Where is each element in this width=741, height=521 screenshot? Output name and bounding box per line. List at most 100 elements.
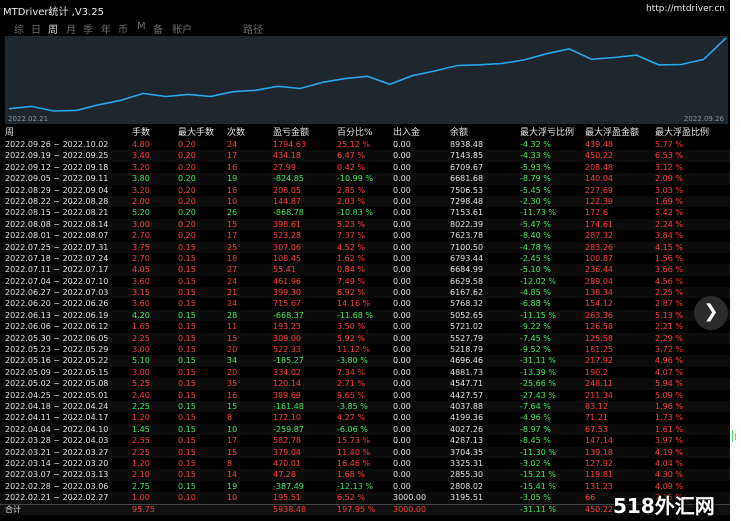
table-row[interactable]: 2022.04.04 ~ 2022.04.10 1.45 0.15 10 -259.87… bbox=[0, 423, 730, 436]
header-cell[interactable]: 出入金 bbox=[393, 127, 420, 139]
table-row[interactable]: 2022.04.18 ~ 2022.04.24 2.25 0.15 15 -161.48… bbox=[0, 400, 730, 413]
table-cell: 3.60 bbox=[132, 276, 150, 286]
table-row[interactable]: 2022.03.07 ~ 2022.03.13 2.10 0.15 14 47.28 1.… bbox=[0, 469, 730, 481]
header-cell[interactable]: 最大浮盈金额 bbox=[585, 127, 639, 139]
window-title: MTDriver统计 ,V3.25 bbox=[3, 7, 104, 18]
site-url[interactable]: http://mtdriver.cn bbox=[646, 4, 725, 14]
table-row[interactable]: 2022.04.11 ~ 2022.04.17 1.20 0.15 8 172.10 4.… bbox=[0, 412, 730, 423]
table-row[interactable]: 2022.06.27 ~ 2022.07.03 3.15 0.15 21 399.30 6… bbox=[0, 287, 730, 299]
header-cell[interactable]: 手数 bbox=[132, 127, 150, 139]
summary-cell: 197.95 % bbox=[337, 504, 376, 514]
tab-5[interactable]: 年 bbox=[101, 21, 111, 36]
header-cell[interactable]: 最大手数 bbox=[178, 127, 214, 139]
header-cell[interactable]: 周 bbox=[5, 127, 14, 139]
tab-1[interactable]: 日 bbox=[31, 21, 41, 36]
tab-9[interactable]: 账户 bbox=[172, 21, 192, 36]
table-row[interactable]: 2022.07.11 ~ 2022.07.17 4.05 0.15 27 55.41 0.… bbox=[0, 264, 730, 276]
table-cell: 5.20 bbox=[132, 208, 150, 218]
table-row[interactable]: 2022.05.23 ~ 2022.05.29 3.00 0.15 20 522.33 1… bbox=[0, 344, 730, 355]
table-row[interactable]: 2022.08.08 ~ 2022.08.14 3.00 0.20 15 398.61 5… bbox=[0, 218, 730, 231]
table-cell: 715.67 bbox=[273, 299, 301, 309]
table-cell: 2022.07.04 ~ 2022.07.10 bbox=[5, 276, 109, 286]
table-row[interactable]: 2022.08.01 ~ 2022.08.07 2.70 0.20 17 523.28 7… bbox=[0, 230, 730, 241]
table-cell: 3.50 % bbox=[337, 322, 365, 332]
table-cell: 1794.63 bbox=[273, 140, 307, 149]
table-cell: 0.00 bbox=[393, 447, 411, 457]
table-cell: -5.10 % bbox=[520, 265, 551, 275]
table-cell: 2022.03.28 ~ 2022.04.03 bbox=[5, 436, 109, 446]
header-cell[interactable]: 百分比% bbox=[337, 127, 373, 139]
table-row[interactable]: 2022.05.16 ~ 2022.05.22 5.10 0.15 34 -185.27… bbox=[0, 355, 730, 367]
table-row[interactable]: 2022.06.13 ~ 2022.06.19 4.20 0.15 28 -668.37… bbox=[0, 309, 730, 322]
table-cell: 0.00 bbox=[393, 345, 411, 355]
tab-11[interactable]: 路径 bbox=[243, 21, 263, 36]
header-cell[interactable]: 次数 bbox=[227, 127, 245, 139]
table-cell: 172.6 bbox=[585, 208, 608, 218]
table-cell: -5.93 % bbox=[520, 162, 551, 172]
table-cell: 2022.05.30 ~ 2022.06.05 bbox=[5, 333, 109, 343]
table-row[interactable]: 2022.08.22 ~ 2022.08.28 2.00 0.20 10 144.87 2… bbox=[0, 195, 730, 208]
table-cell: 2022.07.25 ~ 2022.07.31 bbox=[5, 242, 109, 252]
table-cell: 4.15 % bbox=[655, 242, 683, 252]
table-cell: 2022.04.25 ~ 2022.05.01 bbox=[5, 390, 109, 400]
header-cell[interactable]: 最大浮亏比例 bbox=[520, 127, 574, 139]
table-row[interactable]: 2022.03.21 ~ 2022.03.27 2.25 0.15 15 379.04 1… bbox=[0, 446, 730, 458]
table-cell: -12.02 % bbox=[520, 276, 556, 286]
table-row[interactable]: 2022.05.09 ~ 2022.05.15 3.00 0.15 20 334.02 7… bbox=[0, 367, 730, 378]
table-cell: 16.46 % bbox=[337, 458, 371, 468]
tab-4[interactable]: 季 bbox=[83, 21, 93, 36]
table-cell: 2022.06.20 ~ 2022.06.26 bbox=[5, 299, 109, 309]
table-row[interactable]: 2022.03.14 ~ 2022.03.20 1.20 0.15 8 470.01 16… bbox=[0, 458, 730, 469]
header-cell[interactable]: 最大浮盈比例 bbox=[655, 127, 709, 139]
table-cell: 10 bbox=[227, 196, 238, 206]
table-cell: 181.25 bbox=[585, 345, 613, 355]
table-cell: 0.20 bbox=[178, 208, 196, 218]
table-cell: -5.47 % bbox=[520, 219, 551, 229]
table-cell: 7.49 % bbox=[337, 276, 365, 286]
table-row[interactable]: 2022.09.19 ~ 2022.09.25 3.40 0.20 17 434.18 6… bbox=[0, 150, 730, 162]
table-cell: 2.70 bbox=[132, 231, 150, 241]
table-cell: 0.00 bbox=[393, 253, 411, 263]
table-row[interactable]: 2022.05.30 ~ 2022.06.05 2.25 0.15 15 309.00 5… bbox=[0, 332, 730, 345]
table-row[interactable]: 2022.07.25 ~ 2022.07.31 3.75 0.15 25 307.06 4… bbox=[0, 241, 730, 253]
table-header: 周 手数 最大手数 次数 盈亏金额 百分比% 出入金 余额 最大浮亏比例 最大浮盈金额 最大浮盈比例 bbox=[0, 127, 730, 139]
table-row[interactable]: 2022.04.25 ~ 2022.05.01 2.40 0.15 16 389.69 9… bbox=[0, 390, 730, 401]
table-row[interactable]: 2022.06.06 ~ 2022.06.12 1.65 0.15 11 193.23 3… bbox=[0, 321, 730, 332]
table-cell: 24 bbox=[227, 140, 238, 149]
tab-7[interactable]: M bbox=[137, 21, 146, 32]
table-cell: 0.00 bbox=[393, 208, 411, 218]
table-row[interactable]: 2022.07.04 ~ 2022.07.10 3.60 0.15 24 461.96 7… bbox=[0, 276, 730, 287]
tab-6[interactable]: 币 bbox=[118, 21, 128, 36]
next-page-button[interactable]: ❯ bbox=[694, 296, 728, 330]
tab-0[interactable]: 综 bbox=[14, 21, 24, 36]
table-cell: 2022.07.11 ~ 2022.07.17 bbox=[5, 265, 109, 275]
table-cell: 1.65 bbox=[132, 322, 150, 332]
table-row[interactable]: 2022.08.15 ~ 2022.08.21 5.20 0.20 26 -868.78… bbox=[0, 207, 730, 218]
table-cell: 144.87 bbox=[273, 196, 301, 206]
table-row[interactable]: 2022.09.12 ~ 2022.09.18 3.20 0.20 16 27.99 0.… bbox=[0, 162, 730, 173]
table-cell: 7100.50 bbox=[450, 242, 484, 252]
table-cell: 3704.35 bbox=[450, 447, 484, 457]
table-cell: -3.02 % bbox=[520, 458, 551, 468]
table-row[interactable]: 2022.06.20 ~ 2022.06.26 3.60 0.15 24 715.67 1… bbox=[0, 298, 730, 309]
table-row[interactable]: 2022.07.18 ~ 2022.07.24 2.70 0.15 18 108.45 1… bbox=[0, 253, 730, 264]
equity-line-svg bbox=[8, 37, 727, 112]
table-cell: 470.01 bbox=[273, 458, 301, 468]
table-row[interactable]: 2022.08.29 ~ 2022.09.04 3.20 0.20 16 208.05 2… bbox=[0, 185, 730, 196]
tab-3[interactable]: 月 bbox=[66, 21, 76, 36]
table-cell: -3.80 % bbox=[337, 356, 368, 366]
table-row[interactable]: 2022.03.28 ~ 2022.04.03 2.55 0.15 17 582.78 1… bbox=[0, 435, 730, 446]
header-cell[interactable]: 盈亏金额 bbox=[273, 127, 309, 139]
table-cell: 523.28 bbox=[273, 231, 301, 241]
table-row[interactable]: 2022.09.26 ~ 2022.10.02 4.80 0.20 24 1794.63… bbox=[0, 139, 730, 150]
table-cell: 0.00 bbox=[393, 401, 411, 411]
header-cell[interactable]: 余额 bbox=[450, 127, 468, 139]
table-cell: 450.22 bbox=[585, 151, 613, 161]
tab-2[interactable]: 周 bbox=[48, 21, 58, 36]
table-row[interactable]: 2022.09.05 ~ 2022.09.11 3.80 0.20 19 -824.85… bbox=[0, 173, 730, 185]
tab-8[interactable]: 备 bbox=[153, 21, 163, 36]
table-cell: 3.00 bbox=[132, 367, 150, 377]
table-row[interactable]: 2022.05.02 ~ 2022.05.08 5.25 0.15 35 120.14 2… bbox=[0, 378, 730, 390]
table-cell: 4.52 % bbox=[337, 242, 365, 252]
table-cell: 2.85 % bbox=[337, 185, 365, 195]
